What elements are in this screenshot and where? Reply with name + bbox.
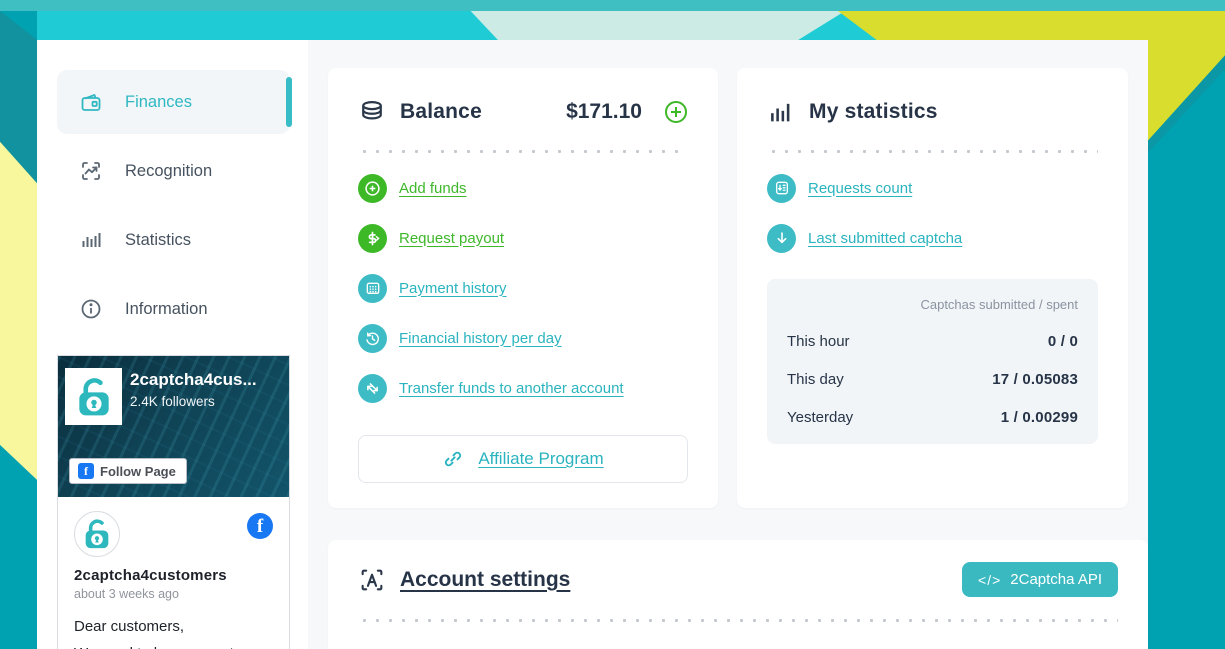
sidebar-nav: Finances Recognition	[37, 40, 308, 341]
requests-count-icon	[767, 174, 796, 203]
financial-history-link-row[interactable]: Financial history per day	[358, 313, 688, 363]
facebook-flag-icon: f	[78, 463, 94, 479]
facebook-page-name[interactable]: 2captcha4cus...	[130, 370, 257, 390]
main-content: Balance $171.10	[308, 40, 1148, 649]
add-funds-plus-icon[interactable]	[664, 100, 688, 124]
app-window: Finances Recognition	[0, 0, 1225, 649]
link-chain-icon	[442, 448, 464, 470]
payment-history-link-row[interactable]: Payment history	[358, 263, 688, 313]
payment-history-link[interactable]: Payment history	[399, 280, 507, 297]
2captcha-avatar	[74, 511, 120, 557]
2captcha-api-button[interactable]: </> 2Captcha API	[962, 562, 1118, 597]
balance-amount: $171.10	[566, 100, 642, 124]
info-icon	[79, 297, 103, 321]
plus-circle-icon	[358, 174, 387, 203]
sidebar-item-label: Finances	[125, 93, 192, 112]
stats-row-value: 1 / 0.00299	[1001, 409, 1078, 426]
wallet-icon	[79, 90, 103, 114]
calendar-icon	[358, 274, 387, 303]
affiliate-program-link[interactable]: Affiliate Program	[478, 449, 603, 469]
sidebar-item-statistics[interactable]: Statistics	[57, 208, 290, 272]
facebook-page-widget: 2captcha4cus... 2.4K followers f Follow …	[57, 355, 290, 649]
background-mint-shape	[455, 11, 845, 40]
captcha-stats-table: Captchas submitted / spent This hour 0 /…	[767, 279, 1098, 444]
statistics-header: My statistics	[767, 92, 1098, 132]
sidebar-item-label: Recognition	[125, 162, 212, 181]
2captcha-logo	[65, 368, 122, 425]
account-settings-header: Account settings </> 2Captcha API	[358, 562, 1118, 597]
facebook-post-text: Dear customers,	[74, 618, 273, 635]
facebook-cover: 2captcha4cus... 2.4K followers f Follow …	[58, 356, 289, 497]
requests-count-link-row[interactable]: Requests count	[767, 163, 1098, 213]
recognition-icon	[79, 159, 103, 183]
add-funds-link[interactable]: Add funds	[399, 180, 467, 197]
background-right-stripe	[1148, 40, 1225, 649]
api-button-label: 2Captcha API	[1010, 571, 1102, 588]
requests-count-link[interactable]: Requests count	[808, 180, 912, 197]
stats-table-header: Captchas submitted / spent	[787, 293, 1078, 322]
follow-page-label: Follow Page	[100, 464, 176, 479]
facebook-post-text: We used to keep our rates	[74, 645, 273, 649]
facebook-post-time: about 3 weeks ago	[74, 587, 273, 601]
facebook-icon[interactable]: f	[247, 513, 273, 539]
transfer-funds-link-row[interactable]: Transfer funds to another account	[358, 363, 688, 413]
stats-row-label: Yesterday	[787, 409, 853, 426]
statistics-card: My statistics Requests count	[737, 68, 1128, 508]
last-submitted-captcha-link[interactable]: Last submitted captcha	[808, 230, 962, 247]
sidebar-item-finances[interactable]: Finances	[57, 70, 290, 134]
dollar-payout-icon	[358, 224, 387, 253]
transfer-funds-link[interactable]: Transfer funds to another account	[399, 380, 624, 397]
account-settings-title[interactable]: Account settings	[400, 568, 570, 592]
last-submitted-link-row[interactable]: Last submitted captcha	[767, 213, 1098, 263]
balance-card: Balance $171.10	[328, 68, 718, 508]
code-icon: </>	[978, 572, 1001, 588]
stats-row-label: This day	[787, 371, 844, 388]
statistics-title: My statistics	[809, 100, 938, 124]
stats-row-label: This hour	[787, 333, 850, 350]
facebook-followers: 2.4K followers	[130, 394, 215, 409]
background-cyan-band	[0, 11, 1225, 40]
table-row: Yesterday 1 / 0.00299	[787, 398, 1078, 436]
background-top-strip	[0, 0, 1225, 11]
affiliate-program-box[interactable]: Affiliate Program	[358, 435, 688, 483]
account-settings-icon	[358, 566, 386, 594]
balance-header: Balance $171.10	[358, 92, 688, 132]
transfer-arrows-icon	[358, 374, 387, 403]
table-row: This day 17 / 0.05083	[787, 360, 1078, 398]
dotted-divider	[358, 619, 1118, 622]
background-yellow-band	[838, 11, 1225, 40]
stats-row-value: 0 / 0	[1048, 333, 1078, 350]
table-row: This hour 0 / 0	[787, 322, 1078, 360]
clock-history-icon	[358, 324, 387, 353]
facebook-post-author[interactable]: 2captcha4customers	[74, 567, 273, 584]
bar-chart-icon	[79, 228, 103, 252]
add-funds-link-row[interactable]: Add funds	[358, 163, 688, 213]
facebook-post: f 2captcha4customers about 3 weeks ago D…	[58, 497, 289, 649]
dotted-divider	[358, 150, 688, 153]
balance-title: Balance	[400, 100, 482, 124]
account-settings-card: Account settings </> 2Captcha API	[328, 540, 1148, 649]
dashboard-page: Finances Recognition	[37, 40, 1148, 649]
stats-bars-icon	[767, 98, 795, 126]
sidebar-item-recognition[interactable]: Recognition	[57, 139, 290, 203]
stats-row-value: 17 / 0.05083	[992, 371, 1078, 388]
down-arrow-icon	[767, 224, 796, 253]
sidebar-item-information[interactable]: Information	[57, 277, 290, 341]
follow-page-button[interactable]: f Follow Page	[69, 458, 187, 484]
sidebar: Finances Recognition	[37, 40, 308, 649]
request-payout-link-row[interactable]: Request payout	[358, 213, 688, 263]
financial-history-link[interactable]: Financial history per day	[399, 330, 562, 347]
sidebar-item-label: Information	[125, 300, 208, 319]
request-payout-link[interactable]: Request payout	[399, 230, 504, 247]
dotted-divider	[767, 150, 1098, 153]
background-left-stripe	[0, 11, 37, 649]
sidebar-item-label: Statistics	[125, 231, 191, 250]
coins-icon	[358, 98, 386, 126]
